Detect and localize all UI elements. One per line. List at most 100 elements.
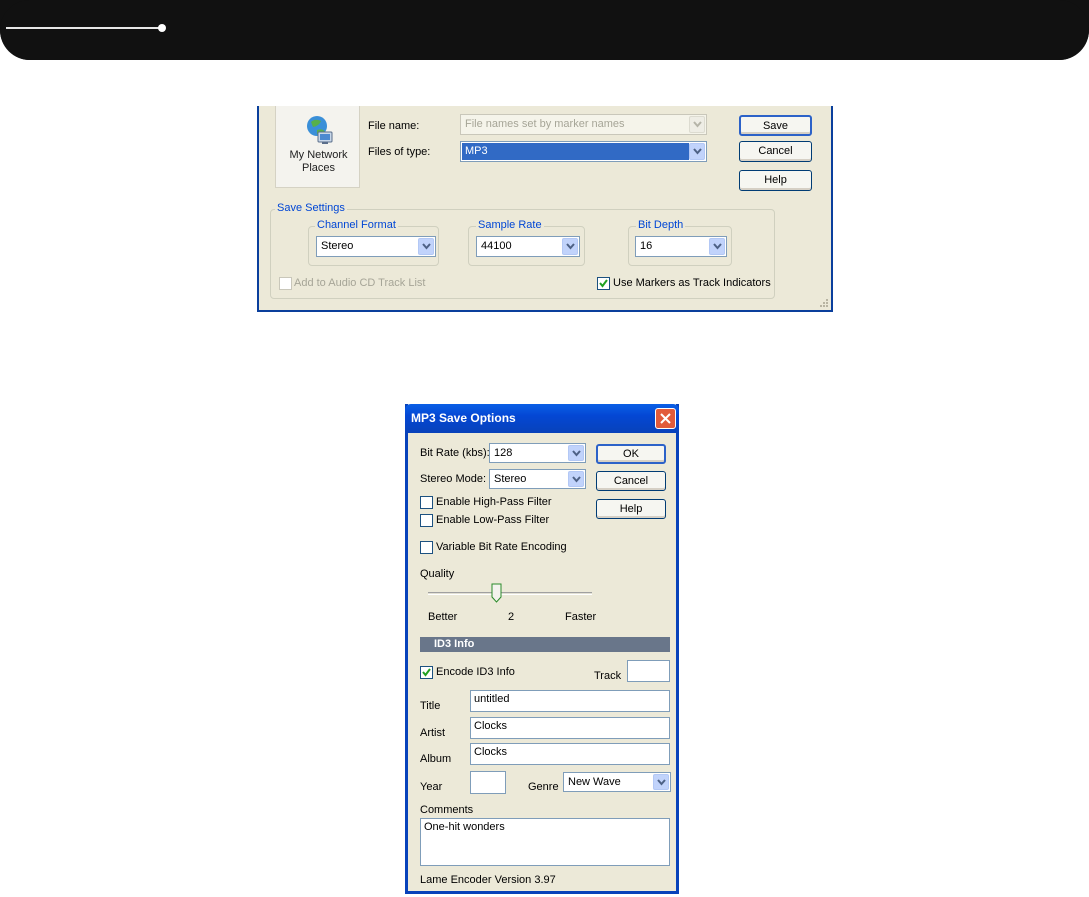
- artist-input[interactable]: Clocks: [470, 717, 670, 739]
- file-name-value: File names set by marker names: [465, 118, 625, 130]
- comments-value: One-hit wonders: [424, 821, 505, 833]
- places-label-line1: My Network: [289, 149, 348, 161]
- network-places-icon: [307, 116, 333, 144]
- checkmark-icon: [599, 279, 608, 288]
- album-value: Clocks: [474, 746, 508, 758]
- stereo-mode-dropdown-arrow[interactable]: [568, 471, 584, 487]
- bit-rate-dropdown-arrow[interactable]: [568, 445, 584, 461]
- close-button[interactable]: [655, 408, 676, 429]
- quality-faster-label: Faster: [565, 611, 597, 623]
- sample-rate-combo[interactable]: 44100: [476, 236, 580, 257]
- bit-depth-title: Bit Depth: [636, 219, 686, 231]
- places-label-line2: Places: [301, 162, 336, 174]
- mp3-save-options-dialog: MP3 Save Options Bit Rate (kbs): 128 Ste…: [405, 404, 679, 894]
- file-name-combo[interactable]: File names set by marker names: [460, 114, 707, 135]
- title-input[interactable]: untitled: [470, 690, 670, 712]
- track-label: Track: [594, 670, 622, 682]
- comments-textarea[interactable]: One-hit wonders: [420, 818, 670, 866]
- files-of-type-combo[interactable]: MP3: [460, 141, 707, 162]
- stereo-mode-label: Stereo Mode:: [420, 473, 487, 485]
- use-markers-checkbox[interactable]: [597, 277, 610, 290]
- low-pass-checkbox[interactable]: [420, 514, 433, 527]
- ok-button[interactable]: OK: [596, 444, 666, 464]
- files-of-type-value: MP3: [465, 145, 488, 157]
- quality-value: 2: [508, 611, 515, 623]
- channel-format-title: Channel Format: [315, 219, 398, 231]
- bit-depth-combo[interactable]: 16: [635, 236, 727, 257]
- chevron-down-icon: [713, 243, 722, 250]
- low-pass-label: Enable Low-Pass Filter: [436, 514, 550, 526]
- chevron-down-icon: [572, 450, 581, 457]
- bit-rate-value: 128: [494, 447, 513, 459]
- title-value: untitled: [474, 693, 510, 705]
- year-label: Year: [420, 781, 443, 793]
- my-network-places-button[interactable]: My Network Places: [275, 106, 360, 188]
- album-input[interactable]: Clocks: [470, 743, 670, 765]
- save-settings-title: Save Settings: [275, 202, 347, 214]
- vbr-label: Variable Bit Rate Encoding: [436, 541, 567, 553]
- sample-rate-dropdown-arrow[interactable]: [562, 238, 578, 255]
- genre-value: New Wave: [568, 776, 621, 788]
- add-cd-label: Add to Audio CD Track List: [294, 277, 426, 289]
- track-input[interactable]: [627, 660, 670, 682]
- chevron-down-icon: [422, 243, 431, 250]
- banner-line: [6, 27, 162, 29]
- encode-id3-label: Encode ID3 Info: [436, 666, 515, 678]
- sample-rate-title: Sample Rate: [476, 219, 544, 231]
- high-pass-label: Enable High-Pass Filter: [436, 496, 552, 508]
- bit-depth-value: 16: [640, 240, 653, 252]
- chevron-down-icon: [693, 121, 702, 128]
- album-label: Album: [420, 753, 452, 765]
- artist-value: Clocks: [474, 720, 508, 732]
- file-name-dropdown-arrow[interactable]: [689, 116, 705, 133]
- quality-slider-thumb[interactable]: [491, 583, 502, 603]
- use-markers-label: Use Markers as Track Indicators: [613, 277, 771, 289]
- encoder-version-text: Lame Encoder Version 3.97: [420, 874, 556, 886]
- quality-label: Quality: [420, 568, 455, 580]
- stereo-mode-combo[interactable]: Stereo: [489, 469, 586, 489]
- dialog-title: MP3 Save Options: [411, 411, 516, 425]
- chevron-down-icon: [572, 476, 581, 483]
- artist-label: Artist: [420, 727, 446, 739]
- high-pass-checkbox[interactable]: [420, 496, 433, 509]
- bit-rate-combo[interactable]: 128: [489, 443, 586, 463]
- help-button[interactable]: Help: [596, 499, 666, 519]
- title-bar[interactable]: MP3 Save Options: [405, 404, 679, 433]
- sample-rate-value: 44100: [481, 240, 512, 252]
- bit-rate-label: Bit Rate (kbs):: [420, 447, 490, 459]
- quality-better-label: Better: [428, 611, 458, 623]
- checkmark-icon: [422, 668, 431, 677]
- resize-grip-icon[interactable]: [819, 298, 829, 308]
- genre-label: Genre: [528, 781, 559, 793]
- encode-id3-checkbox[interactable]: [420, 666, 433, 679]
- stereo-mode-value: Stereo: [494, 473, 527, 485]
- genre-combo[interactable]: New Wave: [563, 772, 671, 792]
- slider-thumb-icon: [491, 583, 502, 603]
- files-of-type-label: Files of type:: [368, 146, 431, 158]
- save-dialog: My Network Places File name: File names …: [257, 106, 833, 312]
- chevron-down-icon: [657, 779, 666, 786]
- chevron-down-icon: [693, 148, 702, 155]
- id3-info-header: ID3 Info: [420, 637, 670, 652]
- save-button[interactable]: Save: [739, 115, 812, 136]
- channel-format-combo[interactable]: Stereo: [316, 236, 436, 257]
- banner-dot: [158, 24, 166, 32]
- quality-slider-track[interactable]: [428, 592, 592, 595]
- comments-label: Comments: [420, 804, 474, 816]
- close-icon: [660, 413, 671, 424]
- genre-dropdown-arrow[interactable]: [653, 774, 669, 790]
- channel-format-value: Stereo: [321, 240, 354, 252]
- title-label: Title: [420, 700, 441, 712]
- bit-depth-dropdown-arrow[interactable]: [709, 238, 725, 255]
- header-banner: [0, 0, 1089, 60]
- file-name-label: File name:: [368, 120, 420, 132]
- chevron-down-icon: [566, 243, 575, 250]
- cancel-button[interactable]: Cancel: [596, 471, 666, 491]
- vbr-checkbox[interactable]: [420, 541, 433, 554]
- channel-format-dropdown-arrow[interactable]: [418, 238, 434, 255]
- help-button[interactable]: Help: [739, 170, 812, 191]
- files-of-type-dropdown-arrow[interactable]: [689, 143, 705, 160]
- add-cd-checkbox[interactable]: [279, 277, 292, 290]
- cancel-button[interactable]: Cancel: [739, 141, 812, 162]
- year-input[interactable]: [470, 771, 506, 794]
